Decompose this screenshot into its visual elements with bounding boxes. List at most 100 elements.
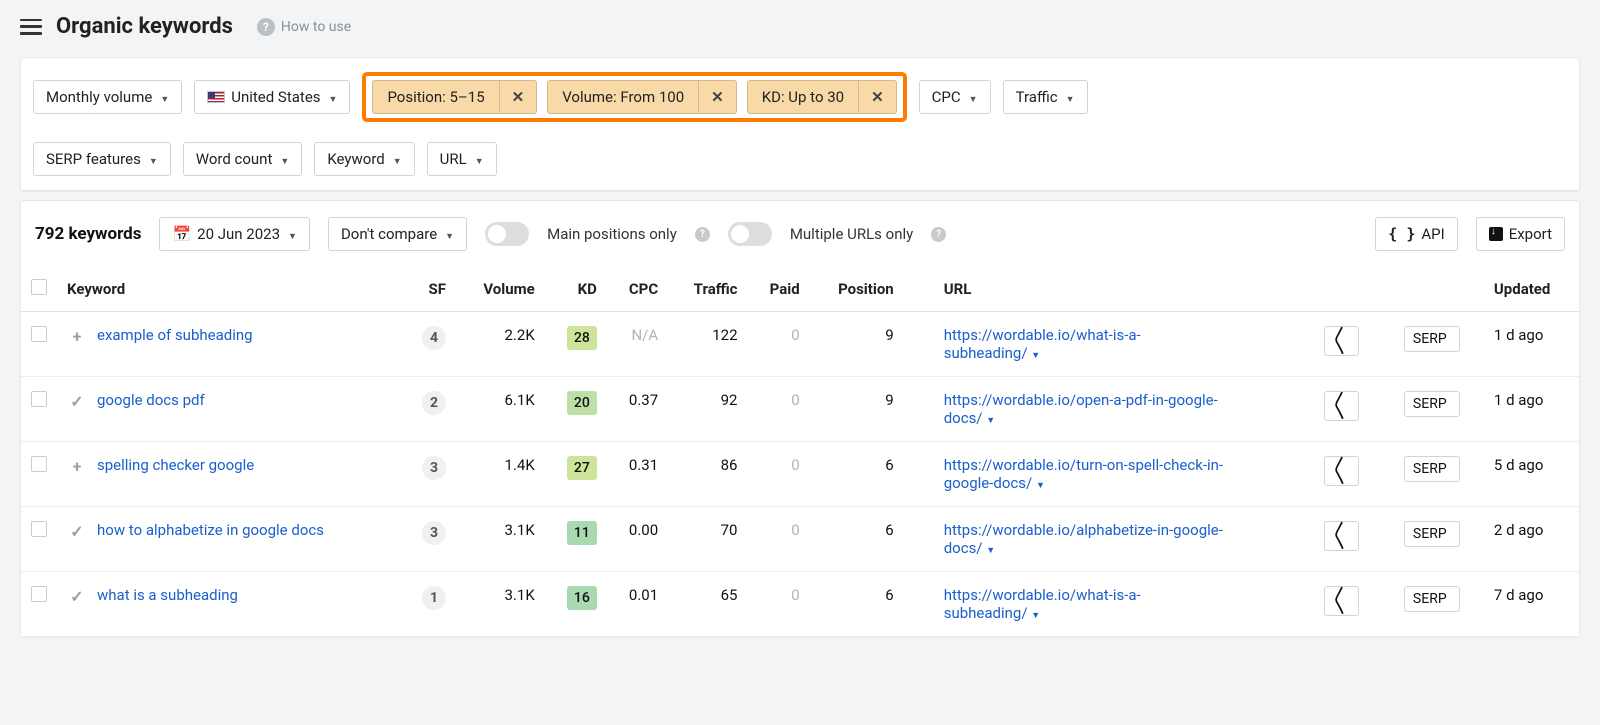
close-icon[interactable]: ✕: [500, 81, 537, 113]
keyword-link[interactable]: what is a subheading: [97, 586, 238, 604]
export-button[interactable]: Export: [1476, 217, 1565, 251]
how-to-use-link[interactable]: ? How to use: [257, 18, 351, 36]
url-link[interactable]: https://wordable.io/alphabetize-in-googl…: [944, 521, 1224, 557]
sf-badge[interactable]: 2: [422, 391, 446, 415]
keyword-link[interactable]: google docs pdf: [97, 391, 205, 409]
main-positions-toggle[interactable]: [485, 222, 529, 246]
trend-button[interactable]: 〳〵: [1324, 326, 1359, 356]
serp-features-filter[interactable]: SERP features: [33, 142, 171, 176]
traffic-filter[interactable]: Traffic: [1003, 80, 1088, 114]
table-row: + example of subheading 4 2.2K 28 N/A 12…: [21, 312, 1579, 377]
check-icon[interactable]: ✓: [67, 391, 87, 411]
chevron-down-icon[interactable]: ▼: [1031, 611, 1040, 621]
compare-dropdown[interactable]: Don't compare: [328, 217, 467, 251]
sf-badge[interactable]: 3: [422, 521, 446, 545]
filter-chip-position[interactable]: Position: 5–15✕: [372, 80, 537, 114]
traffic-cell: 70: [668, 507, 747, 572]
filter-chip-kd[interactable]: KD: Up to 30✕: [747, 80, 897, 114]
position-cell: 9: [810, 312, 904, 377]
position-cell: 6: [810, 442, 904, 507]
serp-button[interactable]: SERP: [1404, 456, 1460, 482]
col-cpc[interactable]: CPC: [607, 267, 668, 312]
trend-button[interactable]: 〳〵: [1324, 456, 1359, 486]
serp-button[interactable]: SERP: [1404, 586, 1460, 612]
paid-cell: 0: [748, 572, 810, 637]
row-checkbox[interactable]: [31, 586, 47, 602]
updated-cell: 5 d ago: [1484, 442, 1579, 507]
help-icon[interactable]: ?: [931, 227, 946, 242]
serp-button[interactable]: SERP: [1404, 521, 1460, 547]
sf-badge[interactable]: 4: [422, 326, 446, 350]
keyword-link[interactable]: how to alphabetize in google docs: [97, 521, 324, 539]
traffic-cell: 92: [668, 377, 747, 442]
position-cell: 9: [810, 377, 904, 442]
plus-icon[interactable]: +: [67, 456, 87, 476]
trend-button[interactable]: 〳〵: [1324, 586, 1359, 616]
serp-button[interactable]: SERP: [1404, 326, 1460, 352]
close-icon[interactable]: ✕: [859, 81, 896, 113]
url-link[interactable]: https://wordable.io/what-is-a-subheading…: [944, 326, 1224, 362]
url-link[interactable]: https://wordable.io/turn-on-spell-check-…: [944, 456, 1224, 492]
main-positions-label: Main positions only: [547, 225, 677, 243]
trend-button[interactable]: 〳〵: [1324, 521, 1359, 551]
kd-badge: 27: [567, 456, 597, 480]
us-flag-icon: [207, 91, 225, 103]
multiple-urls-toggle[interactable]: [728, 222, 772, 246]
sf-badge[interactable]: 1: [422, 586, 446, 610]
cpc-filter[interactable]: CPC: [919, 80, 991, 114]
col-keyword[interactable]: Keyword: [57, 267, 401, 312]
col-position[interactable]: Position: [810, 267, 904, 312]
paid-cell: 0: [748, 377, 810, 442]
col-paid[interactable]: Paid: [748, 267, 810, 312]
row-checkbox[interactable]: [31, 521, 47, 537]
help-icon[interactable]: ?: [695, 227, 710, 242]
country-filter[interactable]: United States: [194, 80, 350, 114]
row-checkbox[interactable]: [31, 391, 47, 407]
serp-button[interactable]: SERP: [1404, 391, 1460, 417]
url-link[interactable]: https://wordable.io/open-a-pdf-in-google…: [944, 391, 1224, 427]
col-sf[interactable]: SF: [401, 267, 456, 312]
word-count-filter[interactable]: Word count: [183, 142, 303, 176]
col-url[interactable]: URL: [904, 267, 1314, 312]
row-checkbox[interactable]: [31, 456, 47, 472]
filter-chip-volume[interactable]: Volume: From 100✕: [547, 80, 736, 114]
trend-icon: 〳〵: [1333, 461, 1346, 481]
col-kd[interactable]: KD: [545, 267, 607, 312]
chevron-down-icon[interactable]: ▼: [1031, 351, 1040, 361]
col-volume[interactable]: Volume: [456, 267, 545, 312]
kd-badge: 16: [567, 586, 597, 610]
position-cell: 6: [810, 572, 904, 637]
page-title: Organic keywords: [56, 14, 233, 39]
select-all-checkbox[interactable]: [31, 279, 47, 295]
date-picker[interactable]: 📅20 Jun 2023: [159, 217, 309, 251]
keyword-count: 792 keywords: [35, 224, 141, 244]
col-updated[interactable]: Updated: [1484, 267, 1579, 312]
sf-badge[interactable]: 3: [422, 456, 446, 480]
chevron-down-icon[interactable]: ▼: [1036, 481, 1045, 491]
check-icon[interactable]: ✓: [67, 521, 87, 541]
active-filters-highlight: Position: 5–15✕ Volume: From 100✕ KD: Up…: [362, 72, 906, 122]
calendar-icon: 📅: [172, 225, 191, 243]
cpc-cell: 0.01: [607, 572, 668, 637]
keyword-link[interactable]: example of subheading: [97, 326, 253, 344]
cpc-cell: 0.00: [607, 507, 668, 572]
monthly-volume-filter[interactable]: Monthly volume: [33, 80, 182, 114]
keyword-link[interactable]: spelling checker google: [97, 456, 254, 474]
traffic-cell: 122: [668, 312, 747, 377]
row-checkbox[interactable]: [31, 326, 47, 342]
table-row: ✓ how to alphabetize in google docs 3 3.…: [21, 507, 1579, 572]
api-button[interactable]: API: [1375, 217, 1457, 251]
col-traffic[interactable]: Traffic: [668, 267, 747, 312]
trend-icon: 〳〵: [1333, 331, 1346, 351]
close-icon[interactable]: ✕: [699, 81, 736, 113]
plus-icon[interactable]: +: [67, 326, 87, 346]
keyword-filter[interactable]: Keyword: [314, 142, 414, 176]
chevron-down-icon[interactable]: ▼: [986, 546, 995, 556]
chevron-down-icon[interactable]: ▼: [986, 416, 995, 426]
trend-button[interactable]: 〳〵: [1324, 391, 1359, 421]
check-icon[interactable]: ✓: [67, 586, 87, 606]
url-link[interactable]: https://wordable.io/what-is-a-subheading…: [944, 586, 1224, 622]
volume-cell: 1.4K: [456, 442, 545, 507]
menu-icon[interactable]: [20, 19, 42, 35]
url-filter[interactable]: URL: [427, 142, 497, 176]
